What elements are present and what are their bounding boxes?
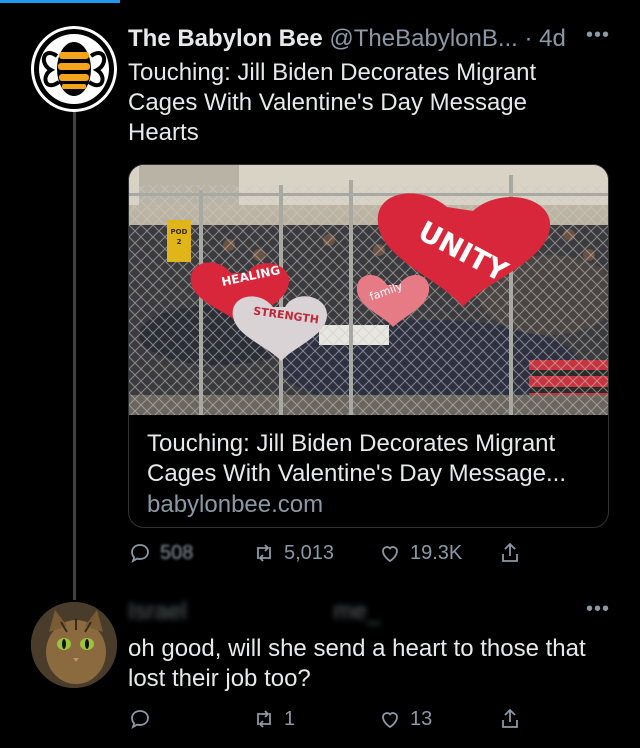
reply-user-avatar[interactable] <box>31 602 117 688</box>
reply-retweet-button[interactable]: 1 <box>252 707 295 731</box>
retweet-icon <box>257 710 271 728</box>
card-domain: babylonbee.com <box>147 491 324 518</box>
like-icon <box>382 712 398 729</box>
more-icon[interactable]: ••• <box>586 24 610 47</box>
more-icon[interactable]: ••• <box>586 598 610 621</box>
like-count: 19.3K <box>410 541 463 564</box>
card-title: Touching: Jill Biden Decorates Migrant C… <box>147 430 566 487</box>
retweet-count: 5,013 <box>284 541 335 564</box>
share-icon <box>502 542 518 562</box>
reply-like-button[interactable]: 13 <box>378 707 432 731</box>
display-name[interactable]: The Babylon Bee <box>128 25 323 52</box>
card-body: Touching: Jill Biden Decorates Migrant C… <box>129 415 608 527</box>
handle-and-time[interactable]: @TheBabylonB... · 4d <box>329 25 565 52</box>
reply-button[interactable]: 508 <box>128 541 193 565</box>
reply-like-count: 13 <box>410 707 433 730</box>
card-image: POD 2 HEALING STRENGTH UNITY family <box>129 165 608 415</box>
retweet-icon <box>257 544 271 562</box>
reply-user-name[interactable]: Israel me_ <box>128 598 380 626</box>
share-button[interactable] <box>498 541 522 565</box>
pod-sign-label: POD 2 <box>170 228 188 246</box>
tweet-text: Touching: Jill Biden Decorates Migrant C… <box>128 59 537 146</box>
reply-reply-button[interactable] <box>128 707 160 731</box>
share-icon <box>502 708 518 728</box>
reply-text: oh good, will she send a heart to those … <box>128 635 586 692</box>
babylon-bee-avatar[interactable] <box>31 26 117 112</box>
reply-share-button[interactable] <box>498 707 522 731</box>
reply-icon <box>131 544 149 563</box>
link-card[interactable]: POD 2 HEALING STRENGTH UNITY family Touc… <box>128 164 609 528</box>
tweet-header: The Babylon Bee @TheBabylonB... · 4d <box>128 24 566 54</box>
like-button[interactable]: 19.3K <box>378 541 462 565</box>
reply-handle-fragment: me_ <box>333 598 381 625</box>
loading-progress-bar <box>0 0 120 3</box>
reply-icon <box>131 710 149 729</box>
retweet-button[interactable]: 5,013 <box>252 541 334 565</box>
reply-display-name: Israel <box>128 598 187 625</box>
reply-retweet-count: 1 <box>284 707 296 730</box>
reply-count: 508 <box>160 541 194 564</box>
like-icon <box>382 546 398 563</box>
thread-connector-line <box>73 112 76 600</box>
